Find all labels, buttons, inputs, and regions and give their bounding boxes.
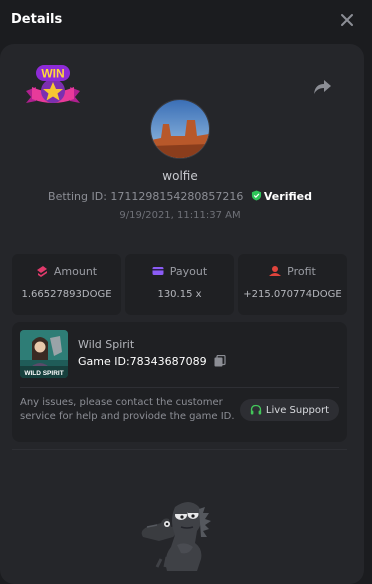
game-id-label: Game ID:	[78, 355, 130, 368]
game-name: Wild Spirit	[78, 338, 135, 351]
bet-timestamp: 9/19/2021, 11:11:37 AM	[119, 210, 241, 221]
dialog-title: Details	[11, 12, 63, 27]
stat-payout: Payout 130.15 x	[125, 254, 234, 315]
stat-payout-value: 130.15 x	[157, 289, 202, 300]
support-notice: Any issues, please contact the customer …	[20, 397, 235, 422]
betting-id-line: Betting ID: 1711298154280857216 Verified	[0, 190, 360, 203]
avatar	[150, 99, 210, 159]
betting-id-label: Betting ID:	[48, 190, 107, 203]
game-id-line: Game ID:78343687089	[78, 355, 226, 368]
card-icon	[152, 267, 164, 275]
game-thumb-text: WILD SPIRIT	[24, 370, 63, 377]
dinosaur-mascot-icon	[141, 502, 211, 571]
share-icon[interactable]	[312, 78, 332, 96]
game-card: WILD SPIRIT Wild Spirit Game ID:78343687…	[12, 322, 347, 442]
amount-icon	[36, 266, 47, 277]
section-divider	[12, 449, 347, 450]
card-divider	[20, 387, 339, 388]
copy-icon[interactable]	[214, 355, 226, 367]
headset-icon	[250, 404, 262, 415]
verified-label: Verified	[263, 190, 312, 203]
live-support-label: Live Support	[265, 404, 330, 416]
win-badge-text: WIN	[41, 67, 64, 81]
win-badge-icon: WIN	[26, 65, 80, 103]
stat-payout-label: Payout	[169, 265, 208, 278]
close-icon[interactable]	[338, 11, 356, 29]
stat-amount: Amount 1.66527893DOGE	[12, 254, 121, 315]
username: wolfie	[162, 169, 198, 183]
header-bar: Details	[0, 0, 372, 44]
betting-id-value: 1711298154280857216	[110, 190, 244, 203]
stat-profit-label: Profit	[287, 265, 316, 278]
stat-profit-value: +215.070774DOGE	[243, 289, 342, 300]
verified-shield-icon	[251, 190, 261, 201]
game-thumbnail[interactable]: WILD SPIRIT	[20, 330, 68, 378]
game-id-value: 78343687089	[129, 355, 207, 368]
live-support-button[interactable]: Live Support	[240, 399, 339, 421]
stat-amount-value: 1.66527893DOGE	[21, 289, 112, 300]
profit-icon	[269, 266, 282, 276]
stat-profit: Profit +215.070774DOGE	[238, 254, 347, 315]
stat-amount-label: Amount	[53, 265, 98, 278]
